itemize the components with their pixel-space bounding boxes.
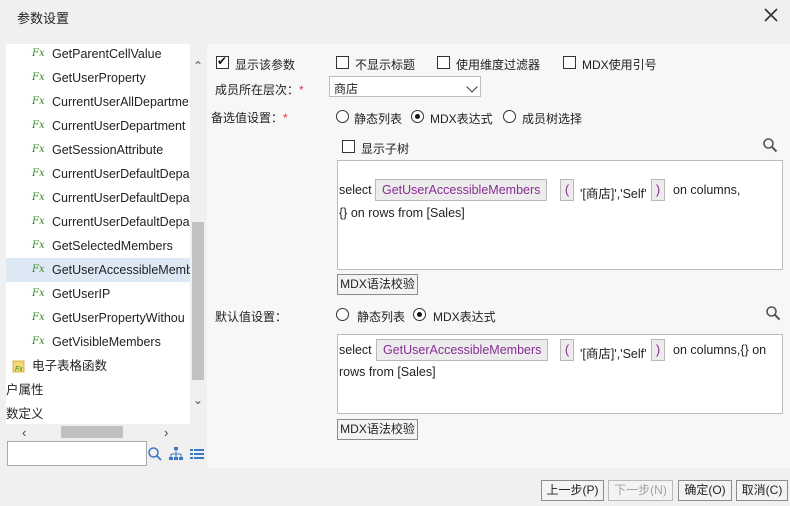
function-icon: Fx xyxy=(32,48,45,59)
show-param-label: 显示该参数 xyxy=(235,58,296,72)
tree-item[interactable]: Fx CurrentUserDepartment xyxy=(32,114,196,138)
scroll-down-icon[interactable]: ⌄ xyxy=(192,394,204,406)
candidate-mdx-label: MDX表达式 xyxy=(430,112,493,126)
cancel-button[interactable]: 取消(C) xyxy=(736,480,788,501)
mdx-quote-label: MDX使用引号 xyxy=(582,58,657,72)
default-validate-button[interactable]: MDX语法校验 xyxy=(337,419,418,440)
candidate-validate-button[interactable]: MDX语法校验 xyxy=(337,274,418,295)
show-subtree-label: 显示子树 xyxy=(361,142,410,156)
default-mdx-radio[interactable] xyxy=(413,308,426,321)
scroll-up-icon[interactable]: ⌃ xyxy=(192,60,204,72)
level-select[interactable]: 商店 xyxy=(329,76,481,97)
chevron-down-icon xyxy=(466,81,478,93)
hide-title-checkbox[interactable] xyxy=(336,56,349,69)
tree-item[interactable]: Fx GetSelectedMembers xyxy=(32,234,196,258)
function-token[interactable]: GetUserAccessibleMembers xyxy=(375,179,548,201)
tree-horizontal-scrollbar[interactable]: ‹ › xyxy=(6,424,190,440)
candidate-mdx-radio[interactable] xyxy=(411,110,424,123)
tree-item[interactable]: Fx GetParentCellValue xyxy=(32,44,196,66)
candidate-static-label: 静态列表 xyxy=(354,112,403,126)
tree-view-icon[interactable] xyxy=(168,446,184,462)
tree-item[interactable]: Fx CurrentUserDefaultDepa xyxy=(32,210,196,234)
dim-filter-label: 使用维度过滤器 xyxy=(456,58,541,72)
search-icon[interactable] xyxy=(762,137,778,153)
function-icon: Fx xyxy=(32,240,45,251)
default-label: 默认值设置： xyxy=(215,310,288,324)
mdx-quote-checkbox[interactable] xyxy=(563,56,576,69)
next-button[interactable]: 下一步(N) xyxy=(608,480,673,501)
hide-title-label: 不显示标题 xyxy=(355,58,416,72)
function-args: '[商店]','Self' xyxy=(580,347,647,361)
tree-item[interactable]: Fx GetUserPropertyWithou xyxy=(32,306,196,330)
search-icon[interactable] xyxy=(147,446,163,462)
tree-item-user-props[interactable]: 户属性 xyxy=(6,378,190,402)
candidate-tree-label: 成员树选择 xyxy=(522,112,583,126)
tree-item[interactable]: Fx GetVisibleMembers xyxy=(32,330,196,354)
tree-item[interactable]: Fx CurrentUserAllDepartme xyxy=(32,90,196,114)
function-icon: Fx xyxy=(32,192,45,203)
paren-close: ) xyxy=(651,179,665,201)
ok-button[interactable]: 确定(O) xyxy=(678,480,732,501)
level-label: 成员所在层次：* xyxy=(215,83,304,97)
show-param-checkbox[interactable] xyxy=(216,54,229,69)
candidate-tree-radio[interactable] xyxy=(503,110,516,123)
tree-item[interactable]: Fx CurrentUserDefaultDepa xyxy=(32,162,196,186)
function-icon: Fx xyxy=(32,312,45,323)
candidate-static-radio[interactable] xyxy=(336,110,349,123)
scroll-left-icon[interactable]: ‹ xyxy=(22,425,26,440)
paren-close: ) xyxy=(651,339,665,361)
close-icon[interactable] xyxy=(762,6,780,24)
folder-icon: Fx xyxy=(12,360,25,373)
level-select-value: 商店 xyxy=(334,82,359,96)
scrollbar-thumb[interactable] xyxy=(61,426,123,438)
prev-button[interactable]: 上一步(P) xyxy=(541,480,604,501)
title-bar: 参数设置 xyxy=(0,0,790,32)
candidate-mdx-editor[interactable]: select GetUserAccessibleMembers ( '[商店]'… xyxy=(337,160,783,270)
default-mdx-editor[interactable]: select GetUserAccessibleMembers ( '[商店]'… xyxy=(337,334,783,414)
function-icon: Fx xyxy=(32,168,45,179)
tree-vertical-scrollbar[interactable]: ⌃ ⌄ xyxy=(190,44,206,424)
default-mdx-label: MDX表达式 xyxy=(433,310,496,324)
function-tree: Fx GetParentCellValue Fx GetUserProperty F… xyxy=(6,44,206,424)
default-static-label: 静态列表 xyxy=(357,310,406,324)
function-icon: Fx xyxy=(32,96,45,107)
function-icon: Fx xyxy=(32,120,45,131)
list-view-icon[interactable] xyxy=(189,446,205,462)
paren-open: ( xyxy=(560,179,574,201)
tree-item[interactable]: Fx CurrentUserDefaultDepa xyxy=(32,186,196,210)
tree-item-selected[interactable]: Fx GetUserAccessibleMemb xyxy=(6,258,196,282)
dim-filter-checkbox[interactable] xyxy=(437,56,450,69)
function-token[interactable]: GetUserAccessibleMembers xyxy=(376,339,549,361)
default-static-radio[interactable] xyxy=(336,308,349,321)
tree-item-param-def[interactable]: 数定义 xyxy=(6,402,190,424)
function-icon: Fx xyxy=(32,336,45,347)
tree-search-input[interactable] xyxy=(7,441,147,466)
paren-open: ( xyxy=(560,339,574,361)
function-icon: Fx xyxy=(32,72,45,83)
tree-item[interactable]: Fx GetUserProperty xyxy=(32,66,196,90)
function-icon: Fx xyxy=(32,264,45,275)
function-icon: Fx xyxy=(32,288,45,299)
scrollbar-thumb[interactable] xyxy=(192,222,204,380)
tree-item[interactable]: Fx GetUserIP xyxy=(32,282,196,306)
function-args: '[商店]','Self' xyxy=(580,187,647,201)
dialog-title: 参数设置 xyxy=(17,11,70,26)
candidate-label: 备选值设置：* xyxy=(211,111,288,125)
function-icon: Fx xyxy=(32,144,45,155)
tree-item[interactable]: Fx GetSessionAttribute xyxy=(32,138,196,162)
search-icon[interactable] xyxy=(765,305,781,321)
function-icon: Fx xyxy=(32,216,45,227)
scroll-right-icon[interactable]: › xyxy=(164,425,168,440)
show-subtree-checkbox[interactable] xyxy=(342,140,355,153)
tree-folder[interactable]: Fx 电子表格函数 xyxy=(12,354,196,378)
svg-text:Fx: Fx xyxy=(15,366,23,373)
